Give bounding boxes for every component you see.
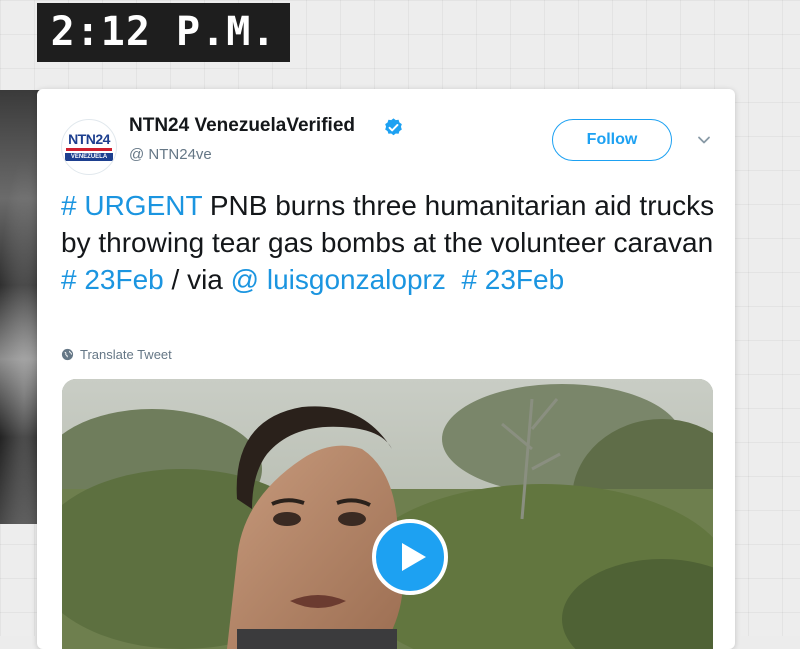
- tweet-card: NTN24 VENEZUELA NTN24 VenezuelaVerified …: [37, 89, 735, 649]
- video-frame-illustration: [62, 379, 713, 649]
- hashtag-link[interactable]: # 23Feb: [61, 264, 164, 295]
- timestamp-badge: 2:12 P.M.: [37, 3, 290, 62]
- tweet-text-via: / via: [163, 264, 231, 295]
- verified-badge-icon: [385, 118, 402, 136]
- globe-icon: [61, 348, 74, 361]
- translate-label: Translate Tweet: [80, 347, 172, 362]
- avatar-logo-text: NTN24: [68, 131, 110, 147]
- avatar-stripe: [66, 148, 112, 151]
- avatar-logo-subtext: VENEZUELA: [65, 153, 113, 161]
- chevron-down-icon[interactable]: [697, 135, 711, 145]
- tweet-text: # URGENT PNB burns three humanitarian ai…: [61, 187, 721, 298]
- hashtag-link[interactable]: # 23Feb: [461, 264, 564, 295]
- avatar[interactable]: NTN24 VENEZUELA: [61, 119, 117, 175]
- translate-tweet-link[interactable]: Translate Tweet: [61, 347, 172, 362]
- tweet-text-spacer: [446, 264, 462, 295]
- mention-link[interactable]: @ luisgonzaloprz: [231, 264, 446, 295]
- video-thumbnail[interactable]: [62, 379, 713, 649]
- play-button[interactable]: [372, 519, 448, 595]
- author-name[interactable]: NTN24 VenezuelaVerified: [129, 115, 355, 137]
- hashtag-link[interactable]: # URGENT: [61, 190, 202, 221]
- author-handle[interactable]: @ NTN24ve: [129, 146, 212, 163]
- follow-button[interactable]: Follow: [552, 119, 672, 161]
